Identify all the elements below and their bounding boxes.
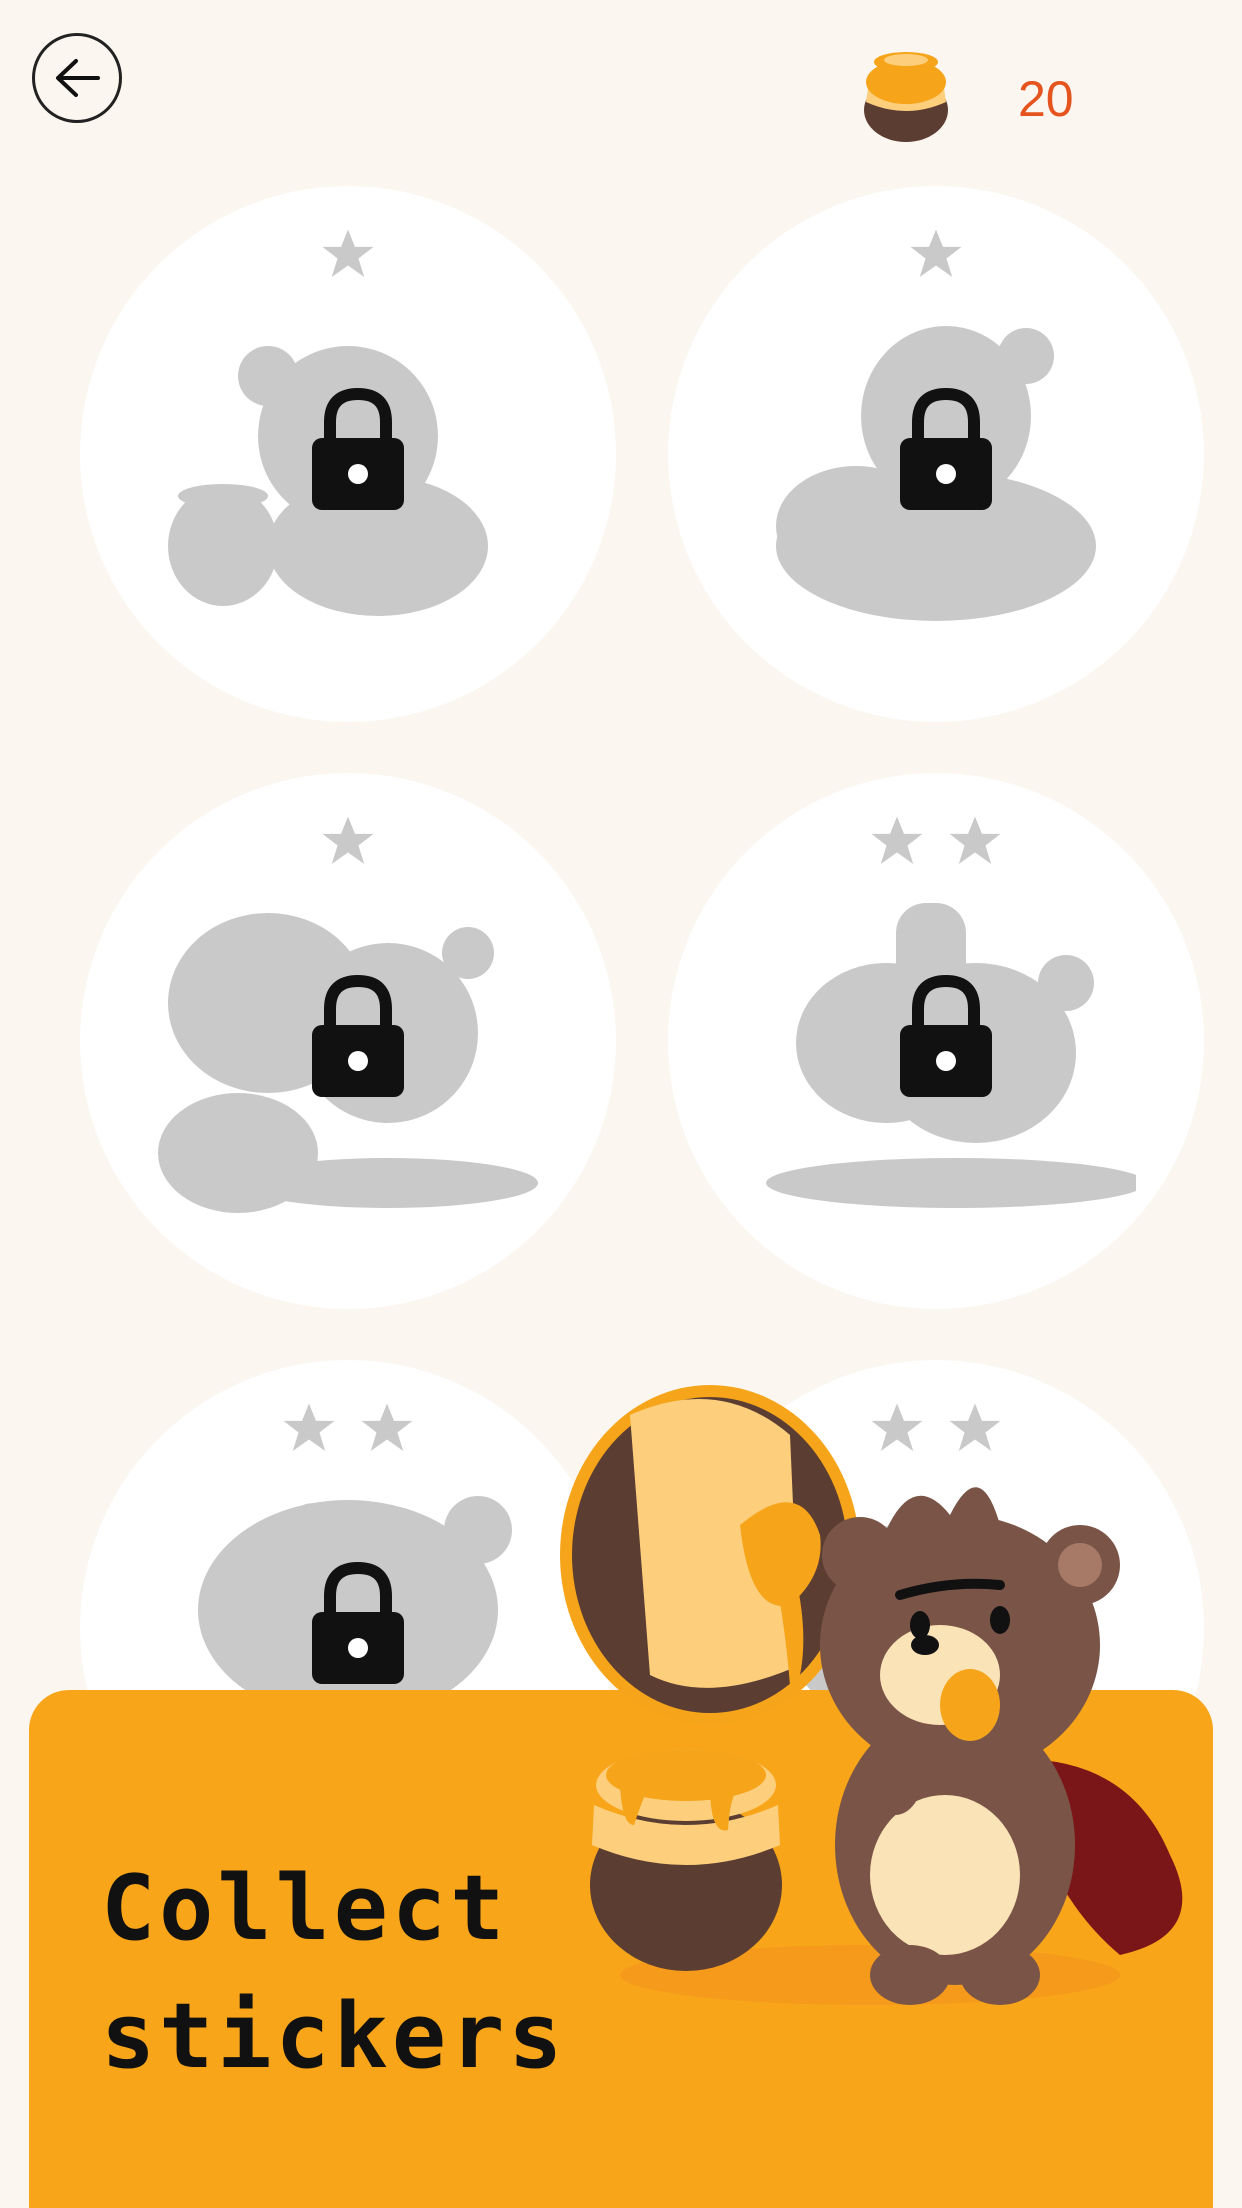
honey-pot-small xyxy=(590,1749,782,1971)
honey-pot-icon xyxy=(864,52,948,142)
lock-icon xyxy=(312,1561,404,1684)
sticker-card-1[interactable] xyxy=(80,186,616,722)
lock-icon xyxy=(900,974,992,1097)
coin-count: 20 xyxy=(1018,71,1074,127)
star-icon xyxy=(871,816,923,865)
sticker-card-3[interactable] xyxy=(80,773,616,1309)
arrow-left-icon xyxy=(56,59,100,97)
star-icon xyxy=(283,1403,335,1452)
coin-counter: 20 xyxy=(860,48,1120,148)
star-rating xyxy=(80,226,616,290)
back-button[interactable] xyxy=(32,33,122,123)
star-rating xyxy=(80,813,616,877)
star-icon xyxy=(949,816,1001,865)
lock-icon xyxy=(312,387,404,510)
star-icon xyxy=(322,816,374,865)
honey-jar-large xyxy=(560,1385,860,1725)
bear-character xyxy=(820,1487,1183,2005)
sticker-card-2[interactable] xyxy=(668,186,1204,722)
bear-mascot-illustration xyxy=(560,1385,1183,2005)
promo-title: Collect stickers xyxy=(101,1856,567,2089)
lock-icon xyxy=(312,974,404,1097)
sticker-card-4[interactable] xyxy=(668,773,1204,1309)
star-icon xyxy=(322,229,374,278)
star-icon xyxy=(361,1403,413,1452)
star-rating xyxy=(668,813,1204,877)
star-rating xyxy=(80,1400,616,1464)
lock-icon xyxy=(900,387,992,510)
star-icon xyxy=(910,229,962,278)
star-rating xyxy=(668,226,1204,290)
